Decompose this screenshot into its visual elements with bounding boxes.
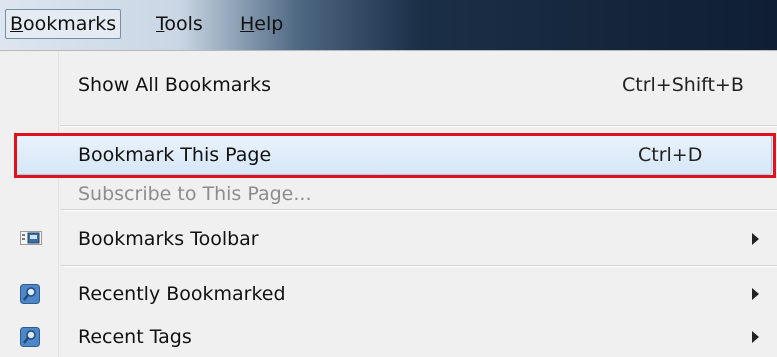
menu-help-label: elp [254, 13, 284, 35]
menu-separator [60, 265, 777, 267]
menuitem-shortcut: Ctrl+Shift+B [622, 74, 744, 96]
menu-separator [60, 209, 777, 211]
menu-bookmarks-mnemonic: B [10, 13, 24, 35]
submenu-arrow-icon [752, 331, 759, 343]
menuitem-recent-tags[interactable]: Recent Tags [0, 317, 777, 357]
menu-bar: Bookmarks Tools Help [0, 0, 777, 50]
smart-folder-icon [20, 327, 40, 351]
menu-bookmarks[interactable]: Bookmarks [5, 9, 122, 39]
menu-separator [60, 125, 777, 127]
bookmarks-toolbar-icon [20, 229, 42, 251]
menu-bookmarks-label: ookmarks [23, 13, 117, 35]
menu-help-mnemonic: H [240, 13, 255, 35]
menuitem-label: Show All Bookmarks [78, 74, 272, 96]
menuitem-label: Recent Tags [78, 326, 192, 348]
menuitem-show-all-bookmarks[interactable]: Show All Bookmarks Ctrl+Shift+B [0, 59, 777, 111]
menuitem-label: Bookmarks Toolbar [78, 228, 259, 250]
smart-folder-icon [20, 284, 40, 308]
menuitem-recently-bookmarked[interactable]: Recently Bookmarked [0, 271, 777, 317]
submenu-arrow-icon [752, 233, 759, 245]
menu-help[interactable]: Help [240, 9, 283, 39]
menu-tools[interactable]: Tools [156, 9, 203, 39]
menuitem-bookmarks-toolbar[interactable]: Bookmarks Toolbar [0, 213, 777, 265]
menu-tools-label: ools [164, 13, 203, 35]
bookmarks-dropdown-menu: Show All Bookmarks Ctrl+Shift+B Bookmark… [0, 50, 777, 357]
menuitem-label: Recently Bookmarked [78, 283, 286, 305]
submenu-arrow-icon [752, 288, 759, 300]
